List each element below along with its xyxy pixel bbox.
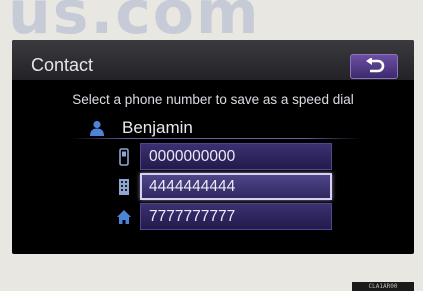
figure-code: CLA1AR00 — [352, 282, 414, 291]
phone-number-row: 4444444444 — [116, 173, 332, 200]
office-phone-icon — [119, 179, 129, 195]
divider — [70, 138, 362, 139]
person-icon — [90, 120, 104, 136]
mobile-phone-icon — [119, 148, 129, 166]
contact-name: Benjamin — [122, 118, 193, 137]
phone-number-button-selected[interactable]: 4444444444 — [140, 173, 332, 200]
return-arrow-icon — [366, 58, 385, 73]
instruction-text: Select a phone number to save as a speed… — [72, 92, 354, 107]
phone-number-row: 7777777777 — [116, 203, 332, 230]
display-screen: Contact Select a phone number to save as… — [12, 40, 414, 254]
header-bar: Contact — [12, 40, 414, 80]
page-title: Contact — [31, 55, 94, 75]
home-icon — [117, 210, 131, 224]
contact-header: Benjamin — [70, 118, 360, 140]
back-button[interactable] — [350, 54, 398, 79]
phone-number-button[interactable]: 7777777777 — [140, 203, 332, 230]
phone-number-row: 0000000000 — [116, 143, 332, 170]
phone-number-button[interactable]: 0000000000 — [140, 143, 332, 170]
